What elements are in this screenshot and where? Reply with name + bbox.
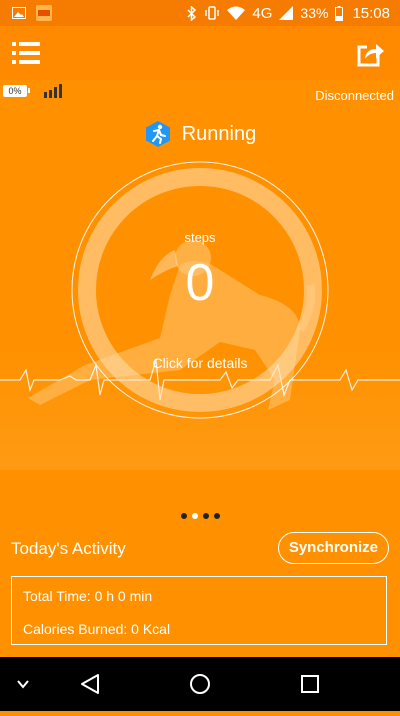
steps-label: steps [184, 230, 216, 245]
app-icon [36, 5, 52, 21]
collapse-button[interactable] [0, 657, 50, 711]
share-icon [357, 44, 384, 67]
bluetooth-icon [187, 5, 197, 21]
device-battery-indicator: 0% [3, 85, 27, 97]
total-time: Total Time: 0 h 0 min [23, 588, 153, 604]
page-dot[interactable] [213, 513, 220, 519]
cell-signal-icon [279, 6, 294, 20]
page-indicator [0, 513, 400, 519]
home-button[interactable] [175, 657, 225, 711]
battery-icon [335, 5, 344, 21]
system-nav-bar [0, 657, 400, 711]
home-icon [190, 674, 210, 694]
clock: 15:08 [352, 4, 390, 22]
page-dot[interactable] [180, 513, 187, 519]
list-menu-icon [12, 42, 40, 64]
image-icon [12, 7, 26, 19]
activity-stats-box: Total Time: 0 h 0 min Calories Burned: 0… [11, 576, 387, 645]
app-bar [0, 26, 400, 80]
running-icon [145, 121, 170, 147]
menu-button[interactable] [12, 41, 40, 65]
network-type: 4G [252, 4, 273, 22]
status-bar: 4G 33% 15:08 [0, 0, 400, 26]
mode-label: Running [181, 122, 257, 145]
share-button[interactable] [356, 38, 386, 68]
back-button[interactable] [65, 657, 115, 711]
calories-burned: Calories Burned: 0 Kcal [23, 621, 171, 637]
steps-value: 0 [185, 254, 215, 312]
battery-percent: 33% [300, 5, 329, 21]
main-panel: 0% Disconnected Running steps 0 Click fo… [0, 80, 400, 657]
device-signal-icon [44, 84, 62, 98]
todays-activity-title: Today's Activity [11, 539, 126, 558]
connection-status: Disconnected [315, 88, 394, 103]
activity-mode-selector[interactable]: Running [0, 120, 400, 148]
device-battery-tip [28, 88, 30, 93]
vibrate-icon [205, 6, 220, 20]
details-link[interactable]: Click for details [0, 355, 400, 371]
page-dot-active[interactable] [191, 513, 198, 519]
recents-button[interactable] [285, 657, 335, 711]
collapse-icon [17, 680, 29, 689]
wifi-icon [227, 6, 246, 20]
synchronize-button[interactable]: Synchronize [277, 532, 389, 564]
page-dot[interactable] [202, 513, 209, 519]
back-icon [81, 674, 99, 694]
recents-icon [301, 675, 319, 693]
